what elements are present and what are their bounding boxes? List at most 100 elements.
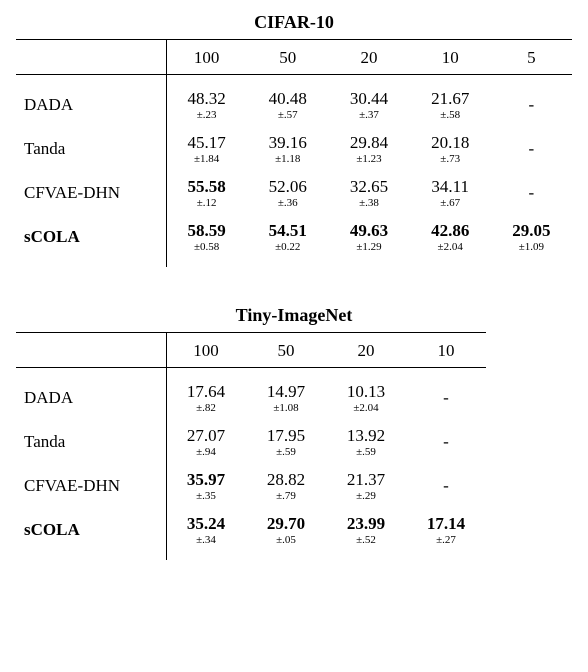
- value-main: 29.05: [491, 221, 572, 241]
- value-main: 45.17: [166, 133, 247, 153]
- value-cell: -: [406, 464, 486, 508]
- value-cell: 52.06±.36: [247, 171, 328, 215]
- value-cell: 29.70±.05: [246, 508, 326, 552]
- value-cell: 58.59±0.58: [166, 215, 247, 259]
- value-cell: 21.37±.29: [326, 464, 406, 508]
- value-std: ±1.08: [246, 402, 326, 414]
- value-main: 49.63: [328, 221, 409, 241]
- value-main: 54.51: [247, 221, 328, 241]
- value-cell: 39.16±1.18: [247, 127, 328, 171]
- method-name: DADA: [16, 83, 166, 127]
- value-cell: 29.05±1.09: [491, 215, 572, 259]
- value-std: ±.52: [326, 534, 406, 546]
- value-cell: 42.86±2.04: [410, 215, 491, 259]
- value-std: ±.94: [166, 446, 246, 458]
- value-cell: 54.51±0.22: [247, 215, 328, 259]
- value-cell: -: [406, 376, 486, 420]
- value-std: ±.57: [247, 109, 328, 121]
- value-main: 34.11: [410, 177, 491, 197]
- value-std: ±.37: [328, 109, 409, 121]
- value-std: ±1.18: [247, 153, 328, 165]
- value-main: 28.82: [246, 470, 326, 490]
- col-header: 20: [328, 40, 409, 74]
- value-cell: 49.63±1.29: [328, 215, 409, 259]
- value-cell: 55.58±.12: [166, 171, 247, 215]
- value-std: ±.29: [326, 490, 406, 502]
- col-header: 50: [246, 333, 326, 367]
- col-header: 20: [326, 333, 406, 367]
- header-row: 100 50 20 10: [16, 333, 486, 367]
- value-std: ±2.04: [410, 241, 491, 253]
- value-std: ±0.58: [166, 241, 247, 253]
- method-name: Tanda: [16, 127, 166, 171]
- value-cell: -: [491, 171, 572, 215]
- method-name: CFVAE-DHN: [16, 171, 166, 215]
- value-cell: 40.48±.57: [247, 83, 328, 127]
- value-main: 42.86: [410, 221, 491, 241]
- table-title: Tiny-ImageNet: [16, 305, 572, 326]
- value-main: 17.14: [406, 514, 486, 534]
- value-std: ±1.09: [491, 241, 572, 253]
- method-name: sCOLA: [16, 508, 166, 552]
- col-header: 5: [491, 40, 572, 74]
- header-row: 100 50 20 10 5: [16, 40, 572, 74]
- value-cell: 29.84±1.23: [328, 127, 409, 171]
- value-cell: 14.97±1.08: [246, 376, 326, 420]
- value-main: 39.16: [247, 133, 328, 153]
- value-std: ±.34: [166, 534, 246, 546]
- value-main: 13.92: [326, 426, 406, 446]
- value-main: 29.70: [246, 514, 326, 534]
- value-cell: 35.24±.34: [166, 508, 246, 552]
- table-tinyimagenet: Tiny-ImageNet 100 50 20 10 DADA17.64±.82…: [16, 305, 572, 560]
- value-std: ±.79: [246, 490, 326, 502]
- value-std: ±.73: [410, 153, 491, 165]
- value-std: ±.59: [326, 446, 406, 458]
- value-std: ±2.04: [326, 402, 406, 414]
- value-std: ±.38: [328, 197, 409, 209]
- value-cell: 28.82±.79: [246, 464, 326, 508]
- value-main: 14.97: [246, 382, 326, 402]
- method-name: sCOLA: [16, 215, 166, 259]
- value-std: ±1.84: [166, 153, 247, 165]
- value-cell: 20.18±.73: [410, 127, 491, 171]
- table-cifar10: CIFAR-10 100 50 20 10 5 DADA48.32±.2340.…: [16, 12, 572, 267]
- value-main: 35.97: [166, 470, 246, 490]
- value-main: 30.44: [328, 89, 409, 109]
- value-main: 55.58: [166, 177, 247, 197]
- value-cell: 13.92±.59: [326, 420, 406, 464]
- value-main: 52.06: [247, 177, 328, 197]
- value-cell: 45.17±1.84: [166, 127, 247, 171]
- value-std: ±.23: [166, 109, 247, 121]
- method-name: DADA: [16, 376, 166, 420]
- value-cell: -: [406, 420, 486, 464]
- value-main: 32.65: [328, 177, 409, 197]
- value-std: ±.59: [246, 446, 326, 458]
- value-main: 40.48: [247, 89, 328, 109]
- table-title: CIFAR-10: [16, 12, 572, 33]
- value-cell: 17.95±.59: [246, 420, 326, 464]
- value-main: 17.64: [166, 382, 246, 402]
- value-std: ±1.29: [328, 241, 409, 253]
- value-cell: 17.14±.27: [406, 508, 486, 552]
- value-std: ±.36: [247, 197, 328, 209]
- col-header: 10: [406, 333, 486, 367]
- value-std: ±.05: [246, 534, 326, 546]
- value-cell: 23.99±.52: [326, 508, 406, 552]
- value-main: 29.84: [328, 133, 409, 153]
- value-cell: -: [491, 83, 572, 127]
- value-main: 21.37: [326, 470, 406, 490]
- value-cell: 48.32±.23: [166, 83, 247, 127]
- value-main: 27.07: [166, 426, 246, 446]
- value-cell: 32.65±.38: [328, 171, 409, 215]
- stub-header: [16, 40, 166, 74]
- value-cell: 30.44±.37: [328, 83, 409, 127]
- value-cell: 34.11±.67: [410, 171, 491, 215]
- value-std: ±.35: [166, 490, 246, 502]
- value-main: 35.24: [166, 514, 246, 534]
- value-cell: 17.64±.82: [166, 376, 246, 420]
- value-std: ±0.22: [247, 241, 328, 253]
- value-std: ±.82: [166, 402, 246, 414]
- value-std: ±.58: [410, 109, 491, 121]
- stub-header: [16, 333, 166, 367]
- method-name: Tanda: [16, 420, 166, 464]
